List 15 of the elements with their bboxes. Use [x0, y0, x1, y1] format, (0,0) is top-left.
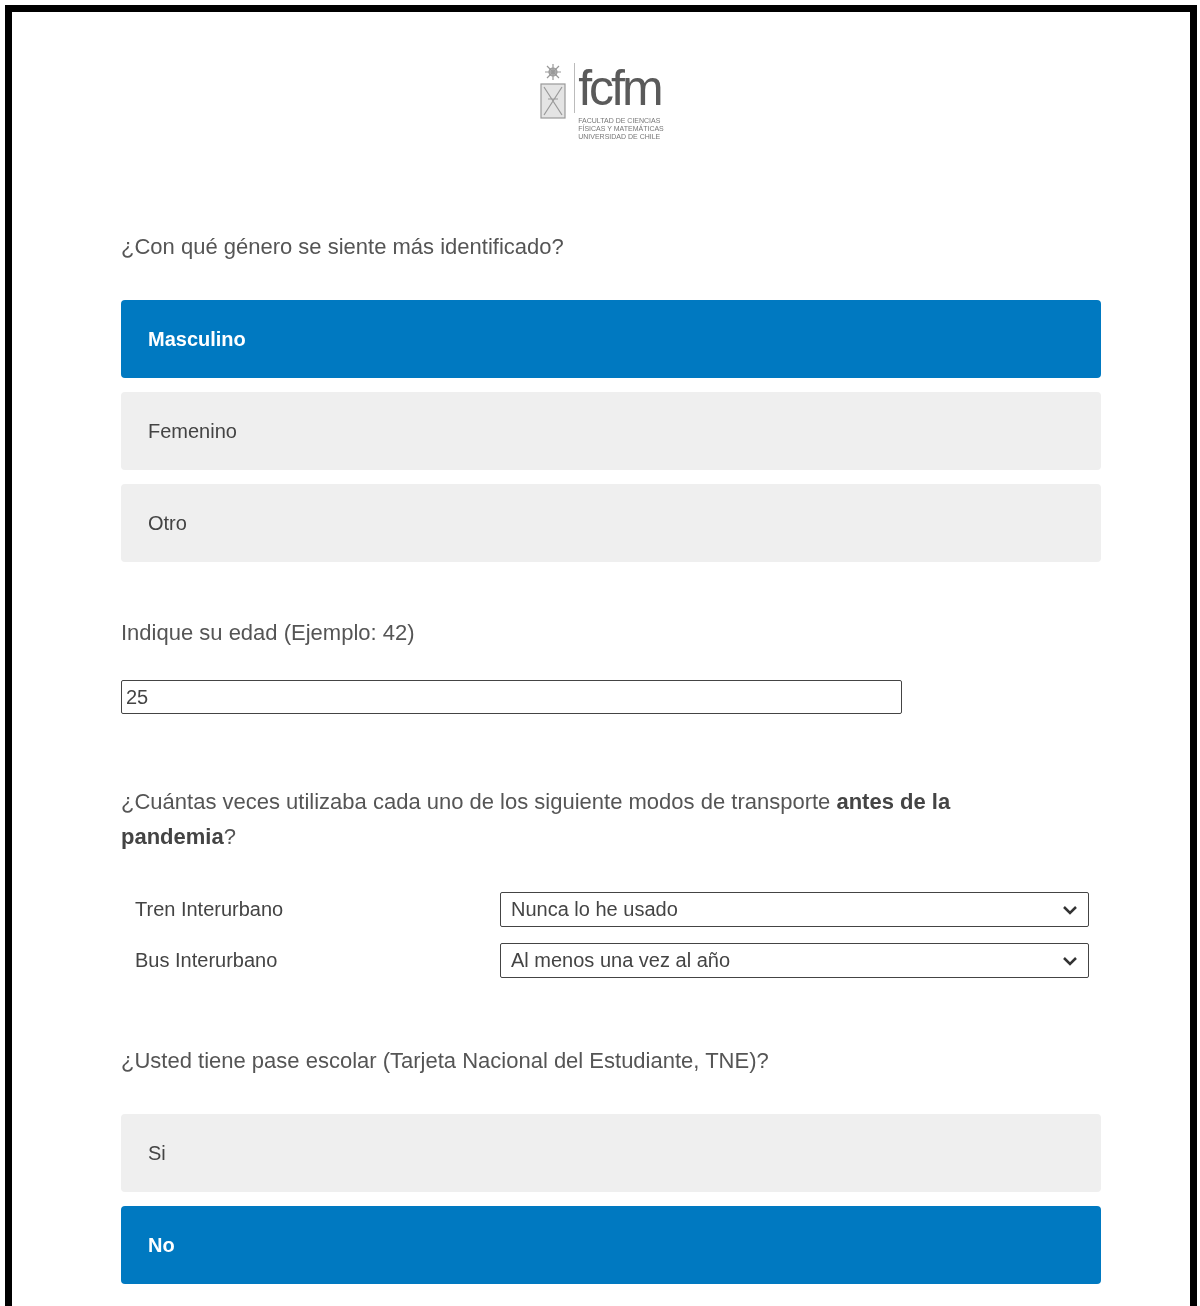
- row-label: Bus Interurbano: [134, 949, 279, 972]
- dropdown[interactable]: Al menos una vez al año: [500, 943, 1089, 978]
- logo-text: fcfm: [574, 63, 661, 113]
- dropdown[interactable]: Nunca lo he usado: [500, 892, 1089, 927]
- row-label: Tren Interurbano: [134, 898, 285, 921]
- question-text: ¿Cuántas veces utilizaba cada uno de los siguiente modos de transporte antes de la pandemia?: [121, 788, 952, 851]
- question-text: ¿Usted tiene pase escolar (Tarjeta Nacional del Estudiante, TNE)?: [121, 1048, 770, 1074]
- answer-option[interactable]: Masculino: [121, 300, 1101, 378]
- question-text: ¿Con qué género se siente más identificado?: [121, 234, 565, 260]
- answer-option[interactable]: Si: [121, 1114, 1101, 1192]
- answer-option[interactable]: No: [121, 1206, 1101, 1284]
- input-field[interactable]: 25: [121, 680, 902, 714]
- answer-option[interactable]: Otro: [121, 484, 1101, 562]
- answer-option[interactable]: Femenino: [121, 392, 1101, 470]
- question-text: Indique su edad (Ejemplo: 42): [121, 620, 416, 646]
